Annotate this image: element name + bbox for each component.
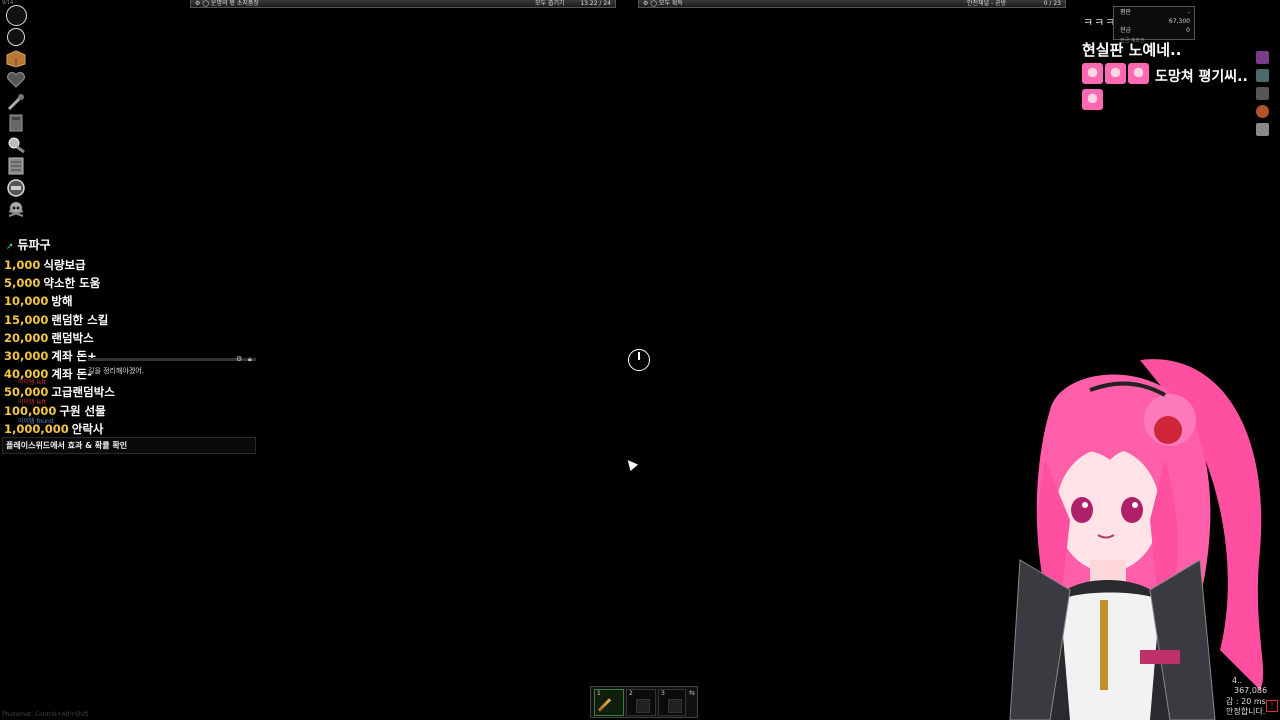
left-icon-column bbox=[5, 5, 31, 220]
scroll-icon[interactable] bbox=[5, 156, 27, 178]
cursor-icon bbox=[623, 456, 639, 472]
stats-panel: 평판 - 67,300 현금 0 bbox=[1113, 6, 1195, 40]
circle-icon[interactable] bbox=[5, 27, 27, 49]
avatar-face-icon bbox=[1082, 89, 1103, 110]
gear-icon[interactable]: ⚙ bbox=[236, 355, 242, 363]
crate-icon[interactable] bbox=[5, 48, 27, 70]
avatar-face-icon bbox=[1128, 63, 1149, 84]
status-icon[interactable] bbox=[1256, 51, 1269, 64]
chat-log-line: 아이템 left bbox=[18, 379, 47, 386]
cube-icon bbox=[668, 699, 682, 713]
wrench-icon[interactable] bbox=[5, 91, 27, 113]
list-item: 5,000 약소한 도움 bbox=[4, 276, 101, 291]
stat-line: 안정합니다. bbox=[1226, 707, 1266, 716]
list-item: 15,000 랜덤한 스킬 bbox=[4, 312, 109, 327]
stat-row: 67,300 bbox=[1169, 18, 1190, 25]
stat-row: 평판 - bbox=[1120, 9, 1190, 16]
inventory-topbar[interactable]: ⚙ ◯ 운명의 몫 소지품창 모두 줍기기 13.22 / 24 bbox=[190, 0, 616, 8]
vtuber-avatar bbox=[1009, 359, 1264, 720]
skull-icon[interactable] bbox=[5, 199, 27, 221]
face-row bbox=[1082, 89, 1105, 110]
hotbar-slot[interactable]: 1 bbox=[594, 689, 624, 716]
heart-icon[interactable] bbox=[5, 70, 27, 92]
list-item: 20,000 랜덤박스 bbox=[4, 330, 94, 345]
chat-log-line: 아이템 found bbox=[18, 418, 54, 425]
alert-icon[interactable]: ! bbox=[1266, 700, 1278, 712]
status-icon[interactable] bbox=[1256, 69, 1269, 82]
status-icon[interactable] bbox=[1256, 123, 1269, 136]
stat-line: 367,086 bbox=[1234, 686, 1268, 695]
inventory-topbar-mid[interactable]: 모두 줍기기 bbox=[535, 0, 565, 8]
donation-header: ➚ 듀파구 bbox=[6, 238, 51, 252]
list-item: 10,000 방해 bbox=[4, 294, 73, 309]
panel-title: 현실판 노예네.. bbox=[1082, 41, 1182, 59]
inventory-topbar-count: 13.22 / 24 bbox=[580, 0, 611, 7]
power-icon bbox=[628, 349, 650, 371]
hotbar-slot[interactable]: 3 bbox=[658, 689, 686, 716]
stat-line: 4.. bbox=[1232, 676, 1243, 685]
panel-name: 도망쳐 평기씨.. bbox=[1155, 69, 1248, 85]
loot-topbar-mid: 안전채널 - 공방 bbox=[967, 0, 1007, 7]
loot-topbar-count: 0 / 23 bbox=[1043, 0, 1061, 7]
stat-row: 현금 0 bbox=[1120, 27, 1190, 34]
donation-footer: 플레이스위드에서 효과 & 확률 확인 bbox=[2, 437, 256, 454]
book-icon[interactable] bbox=[5, 113, 27, 135]
list-item: 1,000 식량보급 bbox=[4, 258, 86, 272]
arrow-icon: ➚ bbox=[6, 242, 14, 252]
hotbar-slot[interactable]: 2 bbox=[626, 689, 656, 716]
avatar-face-icon bbox=[1082, 63, 1103, 84]
cube-icon bbox=[636, 699, 650, 713]
loot-topbar-title: ⚙ ◯ 모두 획득 bbox=[643, 0, 683, 7]
circle-icon[interactable] bbox=[5, 5, 27, 27]
chat-window-bar[interactable] bbox=[88, 358, 256, 361]
inventory-topbar-title: ⚙ ◯ 운명의 몫 소지품창 bbox=[195, 0, 259, 7]
sword-icon bbox=[597, 698, 612, 712]
chat-log-line: 아이템 left bbox=[18, 399, 47, 406]
status-icon[interactable] bbox=[1256, 105, 1269, 118]
magnifier-icon[interactable] bbox=[5, 134, 27, 156]
avatar-face-icon bbox=[1105, 63, 1126, 84]
swap-icon[interactable]: ⇆ bbox=[689, 689, 695, 697]
status-icon[interactable] bbox=[1256, 87, 1269, 100]
donation-list: 1,000 식량보급 5,000 약소한 도움 10,000 방해 15,000 랜덤한… bbox=[4, 256, 115, 438]
lock-icon[interactable]: 🔒︎ bbox=[248, 355, 252, 364]
hotbar: 1 2 3 ⇆ bbox=[590, 686, 698, 718]
hint-text: Photomat: Control+Alt+Shift bbox=[2, 711, 89, 718]
list-item: 30,000 계좌 돈+ bbox=[4, 348, 97, 363]
shield-badge-icon[interactable] bbox=[5, 177, 27, 199]
face-row bbox=[1082, 63, 1151, 84]
side-icon-column bbox=[1256, 51, 1270, 141]
loot-topbar[interactable]: ⚙ ◯ 모두 획득 안전채널 - 공방 0 / 23 bbox=[638, 0, 1066, 8]
chat-message: 길을 정리해야겠어. bbox=[88, 367, 144, 375]
